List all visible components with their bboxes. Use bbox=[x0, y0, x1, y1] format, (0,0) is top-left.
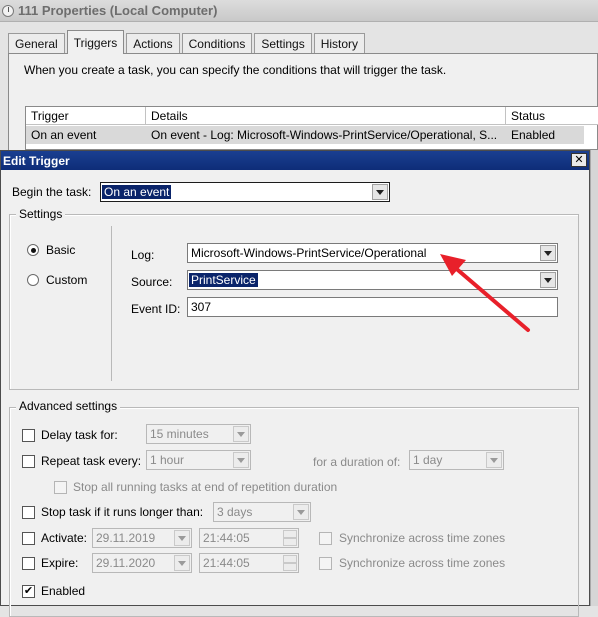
dialog-title: Edit Trigger bbox=[3, 153, 70, 168]
edit-trigger-dialog: Edit Trigger ✕ Begin the task: On an eve… bbox=[0, 150, 590, 617]
source-value: PrintService bbox=[189, 273, 258, 287]
activate-time-spinner[interactable]: 21:44:05 bbox=[199, 528, 299, 548]
dialog-title-bar: Edit Trigger bbox=[1, 151, 589, 170]
chevron-down-icon bbox=[174, 530, 190, 546]
properties-window-title: 111 Properties (Local Computer) bbox=[18, 3, 218, 18]
stop-all-label: Stop all running tasks at end of repetit… bbox=[73, 480, 338, 494]
properties-tab-bar: General Triggers Actions Conditions Sett… bbox=[8, 30, 367, 54]
repeat-label[interactable]: Repeat task every: bbox=[41, 454, 141, 468]
stop-if-checkbox[interactable] bbox=[22, 506, 35, 519]
expire-sync-label: Synchronize across time zones bbox=[339, 556, 506, 570]
expire-checkbox[interactable] bbox=[22, 557, 35, 570]
close-button[interactable]: ✕ bbox=[571, 153, 587, 167]
log-value: Microsoft-Windows-PrintService/Operation… bbox=[191, 246, 427, 260]
table-cell-status: Enabled bbox=[506, 126, 584, 144]
tab-actions[interactable]: Actions bbox=[126, 33, 180, 54]
expire-date-picker[interactable]: 29.11.2020 bbox=[92, 553, 192, 573]
stop-if-label[interactable]: Stop task if it runs longer than: bbox=[41, 505, 203, 519]
activate-date-value: 29.11.2019 bbox=[96, 531, 156, 545]
delay-checkbox[interactable] bbox=[22, 429, 35, 442]
log-label: Log: bbox=[131, 248, 155, 262]
custom-radio-label[interactable]: Custom bbox=[46, 273, 87, 287]
expire-sync-checkbox[interactable] bbox=[319, 557, 332, 570]
column-header-details[interactable]: Details bbox=[146, 107, 506, 125]
settings-divider bbox=[111, 226, 112, 381]
background-window-edge bbox=[590, 150, 598, 606]
activate-time-value: 21:44:05 bbox=[203, 531, 250, 545]
expire-time-value: 21:44:05 bbox=[203, 556, 250, 570]
tab-triggers[interactable]: Triggers bbox=[66, 30, 125, 54]
basic-radio-label[interactable]: Basic bbox=[46, 243, 75, 257]
activate-checkbox[interactable] bbox=[22, 532, 35, 545]
chevron-down-icon bbox=[233, 452, 249, 468]
table-cell-trigger: On an event bbox=[26, 126, 146, 144]
enabled-checkbox[interactable]: ✔ bbox=[22, 585, 35, 598]
event-id-value: 307 bbox=[191, 300, 212, 314]
properties-window-title-bar: 111 Properties (Local Computer) bbox=[0, 0, 598, 22]
triggers-table: Trigger Details Status On an event On ev… bbox=[25, 106, 598, 150]
delay-label[interactable]: Delay task for: bbox=[41, 428, 118, 442]
activate-sync-checkbox[interactable] bbox=[319, 532, 332, 545]
source-label: Source: bbox=[131, 275, 173, 289]
begin-task-value: On an event bbox=[102, 185, 172, 199]
delay-dropdown[interactable]: 15 minutes bbox=[146, 424, 251, 444]
chevron-down-icon bbox=[233, 426, 249, 442]
chevron-down-icon bbox=[293, 504, 309, 520]
chevron-down-icon bbox=[540, 272, 556, 288]
duration-dropdown[interactable]: 1 day bbox=[409, 450, 504, 470]
chevron-down-icon bbox=[372, 184, 388, 200]
enabled-label[interactable]: Enabled bbox=[41, 584, 85, 598]
tab-general[interactable]: General bbox=[8, 33, 65, 54]
repeat-dropdown[interactable]: 1 hour bbox=[146, 450, 251, 470]
annotation-arrow-icon bbox=[440, 254, 530, 332]
task-clock-icon bbox=[2, 4, 14, 17]
duration-label: for a duration of: bbox=[313, 455, 401, 469]
begin-task-dropdown[interactable]: On an event bbox=[100, 182, 390, 202]
activate-sync-label: Synchronize across time zones bbox=[339, 531, 506, 545]
spin-arrows-icon bbox=[283, 530, 297, 546]
advanced-settings-label: Advanced settings bbox=[16, 399, 121, 413]
stop-if-value: 3 days bbox=[217, 505, 253, 519]
custom-radio[interactable] bbox=[27, 274, 39, 286]
basic-radio[interactable] bbox=[27, 244, 39, 256]
expire-label[interactable]: Expire: bbox=[41, 556, 78, 570]
delay-value: 15 minutes bbox=[150, 427, 209, 441]
table-cell-details: On event - Log: Microsoft-Windows-PrintS… bbox=[146, 126, 506, 144]
column-header-status[interactable]: Status bbox=[506, 107, 598, 125]
triggers-intro-text: When you create a task, you can specify … bbox=[24, 63, 447, 77]
spin-arrows-icon bbox=[283, 555, 297, 571]
duration-value: 1 day bbox=[413, 453, 443, 467]
chevron-down-icon bbox=[540, 245, 556, 261]
expire-date-value: 29.11.2020 bbox=[96, 556, 156, 570]
tab-history[interactable]: History bbox=[313, 33, 366, 54]
stop-if-dropdown[interactable]: 3 days bbox=[213, 502, 311, 522]
repeat-value: 1 hour bbox=[150, 453, 185, 467]
tab-conditions[interactable]: Conditions bbox=[181, 33, 253, 54]
tab-settings[interactable]: Settings bbox=[254, 33, 312, 54]
begin-task-label: Begin the task: bbox=[12, 185, 92, 199]
activate-label[interactable]: Activate: bbox=[41, 531, 87, 545]
column-header-trigger[interactable]: Trigger bbox=[26, 107, 146, 125]
chevron-down-icon bbox=[486, 452, 502, 468]
expire-time-spinner[interactable]: 21:44:05 bbox=[199, 553, 299, 573]
repeat-checkbox[interactable] bbox=[22, 455, 35, 468]
activate-date-picker[interactable]: 29.11.2019 bbox=[92, 528, 192, 548]
chevron-down-icon bbox=[174, 555, 190, 571]
event-id-label: Event ID: bbox=[131, 302, 181, 316]
settings-group-label: Settings bbox=[16, 207, 66, 221]
stop-all-checkbox[interactable] bbox=[54, 481, 67, 494]
